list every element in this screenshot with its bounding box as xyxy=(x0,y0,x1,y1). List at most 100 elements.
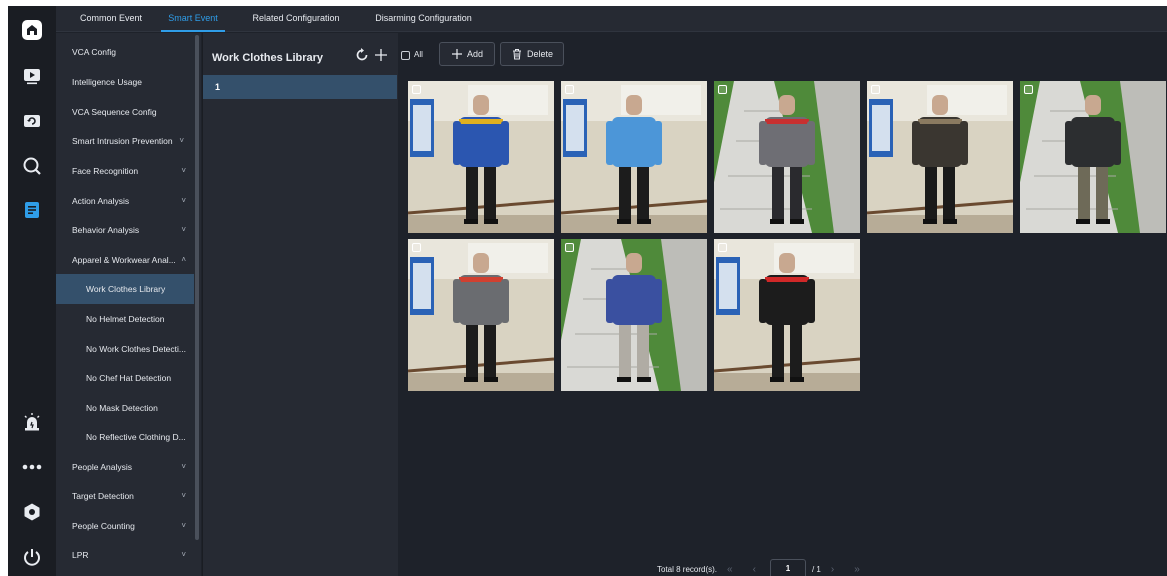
photo-card[interactable] xyxy=(408,239,554,391)
add-library-icon[interactable] xyxy=(373,47,389,63)
photo-checkbox[interactable] xyxy=(871,85,880,94)
config-menu: VCA Config Intelligence Usage VCA Sequen… xyxy=(56,33,201,576)
tab-smart-event[interactable]: Smart Event xyxy=(161,6,225,32)
menu-item-label: Face Recognition xyxy=(72,166,139,176)
library-panel: Work Clothes Library 1 xyxy=(202,33,398,576)
tab-disarming-configuration[interactable]: Disarming Configuration xyxy=(361,6,486,32)
menu-item-label: Action Analysis xyxy=(72,196,130,206)
first-page-button[interactable]: « xyxy=(727,564,733,575)
menu-item-no-chef-hat-detection[interactable]: No Chef Hat Detection xyxy=(56,363,194,393)
menu-item-label: No Mask Detection xyxy=(86,403,158,413)
menu-item-label: People Analysis xyxy=(72,462,133,472)
more-icon[interactable] xyxy=(20,455,44,479)
chevron-down-icon: ˅ xyxy=(181,550,186,559)
chevron-down-icon: ˅ xyxy=(181,166,186,175)
chevron-up-icon: ˄ xyxy=(181,255,186,264)
refresh-icon[interactable] xyxy=(354,47,370,63)
menu-item-label: No Helmet Detection xyxy=(86,314,165,324)
library-row-label: 1 xyxy=(215,82,221,92)
next-page-button[interactable]: › xyxy=(831,564,834,575)
photo-card[interactable] xyxy=(408,81,554,233)
menu-item-label: LPR xyxy=(72,550,89,560)
photo-checkbox[interactable] xyxy=(412,85,421,94)
nav-rail xyxy=(8,6,56,576)
prev-page-button[interactable]: ‹ xyxy=(753,564,756,575)
person-photo xyxy=(408,81,554,233)
photo-card[interactable] xyxy=(1020,81,1166,233)
photo-card[interactable] xyxy=(561,239,707,391)
chevron-down-icon: ˅ xyxy=(181,225,186,234)
replay-icon[interactable] xyxy=(20,109,44,133)
delete-button[interactable]: Delete xyxy=(500,42,564,66)
tab-related-configuration[interactable]: Related Configuration xyxy=(241,6,351,32)
settings-icon[interactable] xyxy=(20,500,44,524)
menu-item-label: Behavior Analysis xyxy=(72,225,140,235)
menu-item-action-analysis[interactable]: Action Analysis ˅ xyxy=(56,186,194,216)
photo-checkbox[interactable] xyxy=(1024,85,1033,94)
menu-item-smart-intrusion-prevention[interactable]: Smart Intrusion Prevention ˅ xyxy=(56,126,194,156)
menu-item-apparel-workwear-analysis[interactable]: Apparel & Workwear Anal... ˄ xyxy=(56,245,194,275)
library-title: Work Clothes Library xyxy=(212,52,324,64)
select-all-label: All xyxy=(414,50,423,59)
photo-checkbox[interactable] xyxy=(718,85,727,94)
photo-checkbox[interactable] xyxy=(565,243,574,252)
menu-item-no-mask-detection[interactable]: No Mask Detection xyxy=(56,393,194,423)
menu-item-people-analysis[interactable]: People Analysis ˅ xyxy=(56,452,194,482)
library-row[interactable]: 1 xyxy=(203,75,397,99)
menu-item-work-clothes-library[interactable]: Work Clothes Library xyxy=(56,274,194,304)
menu-item-label: VCA Config xyxy=(72,47,116,57)
plus-icon xyxy=(451,49,462,59)
tab-common-event[interactable]: Common Event xyxy=(66,6,156,32)
trash-icon xyxy=(512,49,521,60)
person-photo xyxy=(714,239,860,391)
menu-item-behavior-analysis[interactable]: Behavior Analysis ˅ xyxy=(56,215,194,245)
last-page-button[interactable]: » xyxy=(854,564,860,575)
menu-scrollbar[interactable] xyxy=(195,35,199,540)
menu-item-label: VCA Sequence Config xyxy=(72,107,157,117)
photo-gallery: All Add Delete Total 8 record(s). « ‹ 1 … xyxy=(399,33,1167,576)
photo-checkbox[interactable] xyxy=(565,85,574,94)
photo-card[interactable] xyxy=(714,239,860,391)
menu-item-people-counting[interactable]: People Counting ˅ xyxy=(56,511,194,541)
power-icon[interactable] xyxy=(20,545,44,569)
menu-item-no-reflective-clothing-detection[interactable]: No Reflective Clothing D... xyxy=(56,422,194,452)
menu-item-vca-sequence-config[interactable]: VCA Sequence Config xyxy=(56,97,194,127)
alarm-icon[interactable] xyxy=(20,410,44,434)
page-number-input[interactable]: 1 xyxy=(769,559,806,576)
delete-button-label: Delete xyxy=(526,49,553,59)
person-photo xyxy=(561,239,707,391)
menu-item-label: No Chef Hat Detection xyxy=(86,373,172,383)
config-icon[interactable] xyxy=(20,198,44,222)
menu-item-lpr[interactable]: LPR ˅ xyxy=(56,540,194,570)
menu-item-label: No Work Clothes Detecti... xyxy=(86,344,186,354)
menu-item-label: Smart Intrusion Prevention xyxy=(72,136,173,146)
page-count: / 1 xyxy=(811,564,821,574)
menu-item-intelligence-usage[interactable]: Intelligence Usage xyxy=(56,67,194,97)
chevron-down-icon: ˅ xyxy=(181,521,186,530)
photo-checkbox[interactable] xyxy=(412,243,421,252)
playback-icon[interactable] xyxy=(20,64,44,88)
total-records: Total 8 record(s). xyxy=(657,564,718,574)
pagination: Total 8 record(s). « ‹ 1 / 1 › » xyxy=(657,559,870,576)
menu-item-label: No Reflective Clothing D... xyxy=(86,432,186,442)
menu-item-no-work-clothes-detection[interactable]: No Work Clothes Detecti... xyxy=(56,334,194,364)
person-photo xyxy=(714,81,860,233)
menu-item-target-detection[interactable]: Target Detection ˅ xyxy=(56,481,194,511)
menu-item-face-recognition[interactable]: Face Recognition ˅ xyxy=(56,156,194,186)
menu-item-label: People Counting xyxy=(72,521,135,531)
photo-checkbox[interactable] xyxy=(718,243,727,252)
photo-card[interactable] xyxy=(561,81,707,233)
search-icon[interactable] xyxy=(20,154,44,178)
menu-item-label: Work Clothes Library xyxy=(86,284,166,294)
menu-item-vca-config[interactable]: VCA Config xyxy=(56,37,194,67)
add-button[interactable]: Add xyxy=(439,42,495,66)
menu-item-label: Apparel & Workwear Anal... xyxy=(72,255,176,265)
top-tab-bar: Common Event Smart Event Related Configu… xyxy=(56,6,1167,32)
select-all-checkbox[interactable] xyxy=(401,51,410,60)
home-icon[interactable] xyxy=(20,18,44,42)
photo-card[interactable] xyxy=(714,81,860,233)
photo-card[interactable] xyxy=(867,81,1013,233)
chevron-down-icon: ˅ xyxy=(181,491,186,500)
menu-item-no-helmet-detection[interactable]: No Helmet Detection xyxy=(56,304,194,334)
add-button-label: Add xyxy=(466,49,483,59)
